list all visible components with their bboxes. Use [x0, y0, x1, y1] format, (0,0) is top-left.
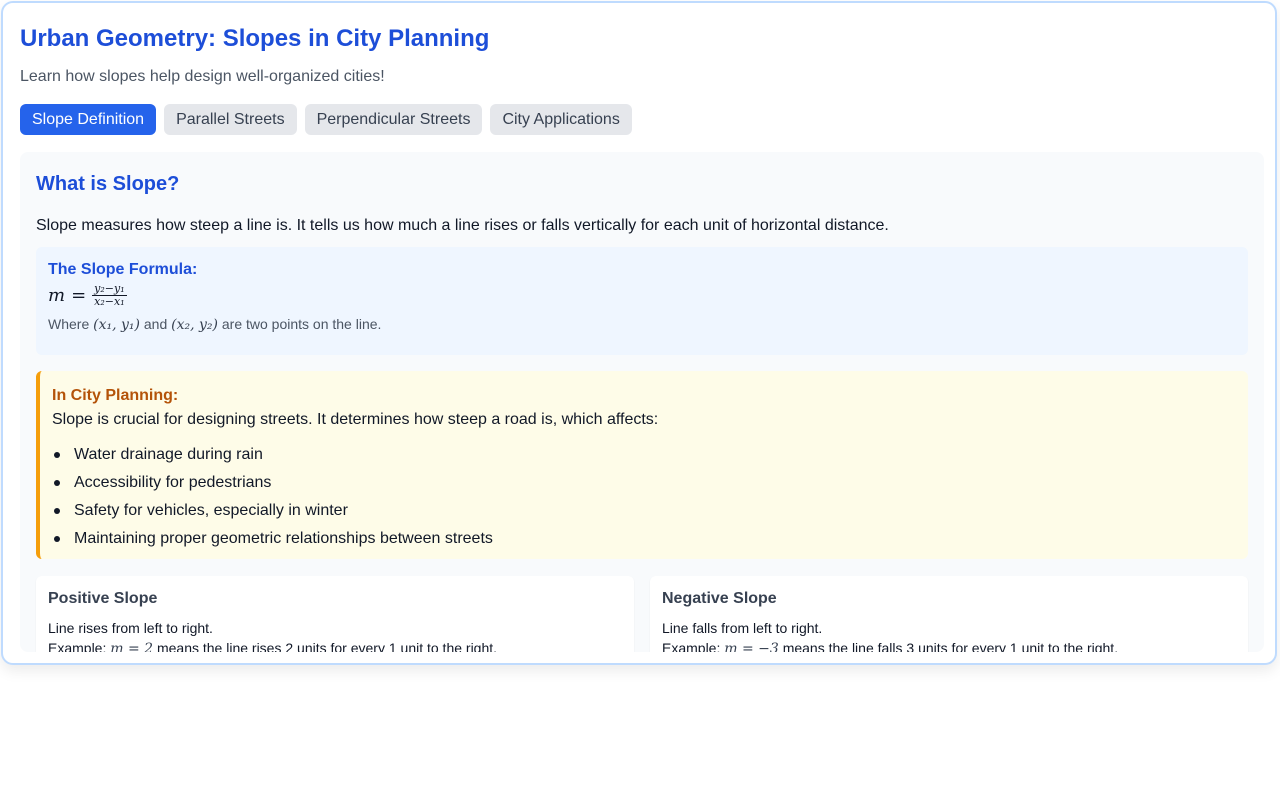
list-item: Accessibility for pedestrians — [52, 469, 1236, 497]
city-planning-callout: In City Planning: Slope is crucial for d… — [36, 371, 1248, 559]
example-math: m = −3 — [724, 641, 779, 652]
formula-note-and: and — [143, 316, 168, 332]
bullet-icon — [54, 536, 60, 542]
list-item-text: Safety for vehicles, especially in winte… — [74, 502, 348, 519]
example-suffix: means the line rises 2 units for every 1… — [156, 640, 498, 652]
bullet-icon — [54, 480, 60, 486]
positive-slope-card: Positive Slope Line rises from left to r… — [36, 576, 634, 652]
example-suffix: means the line falls 3 units for every 1… — [782, 640, 1119, 652]
list-item: Maintaining proper geometric relationshi… — [52, 525, 1236, 553]
tab-city-applications[interactable]: City Applications — [490, 104, 632, 135]
point-one: (x₁, y₁) — [93, 317, 140, 333]
bullet-icon — [54, 508, 60, 514]
list-item: Safety for vehicles, especially in winte… — [52, 497, 1236, 525]
formula-note: Where (x₁, y₁) and (x₂, y₂) are two poin… — [48, 314, 1236, 335]
negative-slope-title: Negative Slope — [662, 590, 777, 607]
point-two: (x₂, y₂) — [171, 317, 218, 333]
formula-note-suffix: are two points on the line. — [221, 316, 382, 332]
list-item-text: Accessibility for pedestrians — [74, 474, 272, 491]
tab-bar: Slope Definition Parallel Streets Perpen… — [20, 104, 632, 135]
tab-parallel-streets[interactable]: Parallel Streets — [164, 104, 297, 135]
bullet-icon — [54, 452, 60, 458]
example-prefix: Example: — [48, 640, 107, 652]
positive-slope-example: Example: m = 2 means the line rises 2 un… — [48, 638, 622, 652]
formula-heading: The Slope Formula: — [48, 261, 198, 278]
negative-slope-description: Line falls from left to right. — [662, 620, 823, 636]
planning-heading: In City Planning: — [52, 387, 179, 404]
list-item-text: Maintaining proper geometric relationshi… — [74, 530, 493, 547]
tab-slope-definition[interactable]: Slope Definition — [20, 104, 157, 135]
lesson-card: Urban Geometry: Slopes in City Planning … — [1, 1, 1277, 665]
tab-perpendicular-streets[interactable]: Perpendicular Streets — [304, 104, 483, 135]
formula-note-prefix: Where — [48, 316, 90, 332]
formula-lhs: m — [48, 285, 66, 306]
negative-slope-card: Negative Slope Line falls from left to r… — [650, 576, 1248, 652]
page-subtitle: Learn how slopes help design well-organi… — [20, 68, 385, 85]
formula-box: The Slope Formula: m = y₂−y₁ x₂−x₁ Where… — [36, 247, 1248, 355]
negative-slope-example: Example: m = −3 means the line falls 3 u… — [662, 638, 1236, 652]
section-title: What is Slope? — [36, 173, 180, 195]
slope-formula: m = y₂−y₁ x₂−x₁ — [48, 283, 1236, 308]
planning-list: Water drainage during rain Accessibility… — [52, 441, 1236, 553]
positive-slope-title: Positive Slope — [48, 590, 158, 607]
formula-fraction: y₂−y₁ x₂−x₁ — [92, 283, 127, 308]
list-item: Water drainage during rain — [52, 441, 1236, 469]
positive-slope-description: Line rises from left to right. — [48, 620, 213, 636]
list-item-text: Water drainage during rain — [74, 446, 263, 463]
example-math: m = 2 — [110, 641, 154, 652]
intro-text: Slope measures how steep a line is. It t… — [36, 217, 889, 234]
page-title: Urban Geometry: Slopes in City Planning — [20, 25, 490, 52]
content-panel: What is Slope? Slope measures how steep … — [20, 152, 1264, 652]
formula-denominator: x₂−x₁ — [94, 295, 125, 308]
example-prefix: Example: — [662, 640, 721, 652]
formula-equals: = — [71, 285, 87, 306]
planning-text: Slope is crucial for designing streets. … — [52, 411, 659, 428]
